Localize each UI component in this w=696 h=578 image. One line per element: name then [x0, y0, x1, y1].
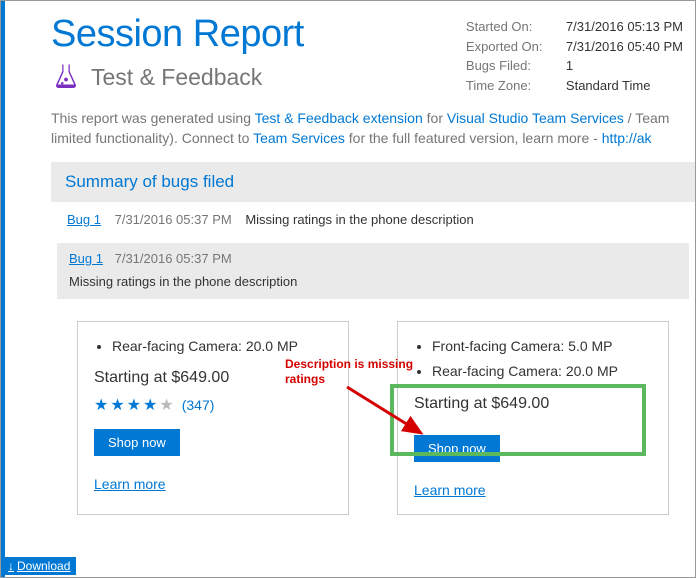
flask-icon [51, 62, 81, 92]
learn-more-link-right[interactable]: Learn more [414, 482, 652, 498]
meta-tz-label: Time Zone: [466, 76, 566, 96]
bug-summary-row: Bug 1 7/31/2016 05:37 PM Missing ratings… [51, 202, 695, 237]
meta-exported-val: 7/31/2016 05:40 PM [566, 37, 683, 57]
meta-started-label: Started On: [466, 17, 566, 37]
link-extension[interactable]: Test & Feedback extension [255, 110, 423, 126]
meta-table: Started On: 7/31/2016 05:13 PM Exported … [466, 17, 683, 95]
page-title: Session Report [51, 13, 304, 56]
spec-item: Rear-facing Camera: 20.0 MP [112, 334, 332, 359]
download-icon: ↓ [8, 559, 14, 573]
bug-link[interactable]: Bug 1 [67, 212, 101, 227]
bug-time: 7/31/2016 05:37 PM [115, 212, 232, 227]
meta-started-val: 7/31/2016 05:13 PM [566, 17, 683, 37]
screenshot-area: Rear-facing Camera: 20.0 MP Starting at … [57, 321, 689, 514]
bug-detail-title: Missing ratings in the phone description [57, 274, 689, 299]
meta-tz-val: Standard Time [566, 76, 651, 96]
meta-bugs-val: 1 [566, 56, 573, 76]
section-summary-title: Summary of bugs filed [51, 162, 695, 202]
shop-now-button-right[interactable]: Shop now [414, 435, 500, 462]
bug-title: Missing ratings in the phone description [245, 212, 473, 227]
rating-row: ★★★★★ (347) [94, 395, 332, 415]
rating-count: (347) [182, 397, 215, 413]
meta-bugs-label: Bugs Filed: [466, 56, 566, 76]
page-subtitle: Test & Feedback [91, 64, 262, 91]
download-label: Download [17, 559, 70, 573]
product-card-right: Front-facing Camera: 5.0 MP Rear-facing … [397, 321, 669, 514]
download-button[interactable]: ↓ Download [2, 557, 76, 575]
meta-exported-label: Exported On: [466, 37, 566, 57]
learn-more-link-left[interactable]: Learn more [94, 476, 332, 492]
link-learn-url[interactable]: http://ak [602, 130, 652, 146]
annotation-text: Description is missing ratings [285, 357, 425, 386]
intro-text: This report was generated using Test & F… [51, 109, 695, 148]
star-icons: ★★★★★ [94, 397, 176, 414]
link-team-services[interactable]: Team Services [253, 130, 345, 146]
spec-item: Front-facing Camera: 5.0 MP [432, 334, 652, 359]
shop-now-button-left[interactable]: Shop now [94, 429, 180, 456]
bug-detail-link[interactable]: Bug 1 [69, 251, 103, 266]
price-right: Starting at $649.00 [414, 395, 652, 413]
link-vsts[interactable]: Visual Studio Team Services [447, 110, 624, 126]
product-card-left: Rear-facing Camera: 20.0 MP Starting at … [77, 321, 349, 514]
bug-detail-header: Bug 1 7/31/2016 05:37 PM [57, 243, 689, 274]
bug-detail-time: 7/31/2016 05:37 PM [115, 251, 232, 266]
accent-bar [1, 1, 5, 577]
spec-item: Rear-facing Camera: 20.0 MP [432, 359, 652, 384]
